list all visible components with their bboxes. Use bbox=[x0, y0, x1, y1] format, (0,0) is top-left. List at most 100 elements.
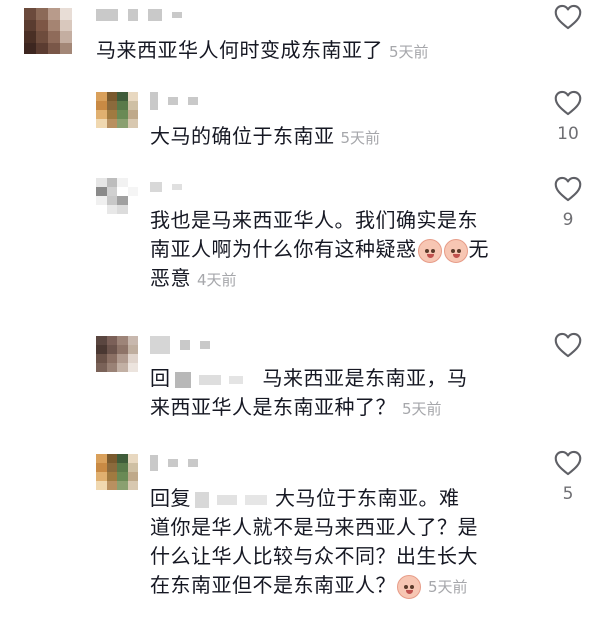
comment-line-text: 南亚人啊为什么你有这种疑惑 bbox=[150, 237, 417, 261]
avatar-pixel bbox=[96, 196, 107, 205]
avatar-pixel bbox=[96, 363, 107, 372]
comment-time: 5天前 bbox=[340, 129, 381, 147]
avatar-pixel bbox=[127, 119, 138, 128]
avatar-pixel bbox=[96, 110, 107, 119]
comment-time: 5天前 bbox=[428, 578, 468, 596]
comment-line: 什么让华人比较与众不同？出生长大 bbox=[150, 544, 478, 568]
comment-line-text: 恶意 bbox=[150, 266, 191, 290]
comment-line: 我也是马来西亚华人。我们确实是东 bbox=[150, 208, 478, 232]
comment-line-text: 马来西亚是东南亚，马 bbox=[262, 366, 468, 390]
avatar-pixel bbox=[117, 178, 128, 187]
avatar-pixel bbox=[96, 178, 107, 187]
avatar-pixel bbox=[127, 454, 138, 463]
mention-blurred[interactable] bbox=[174, 371, 191, 388]
avatar-pixel bbox=[60, 8, 72, 20]
avatar-pixel bbox=[106, 463, 117, 472]
comment-line: 回 马来西亚是东南亚，马 bbox=[150, 364, 530, 393]
comment-line: 来西亚华人是东南亚种了？ 5天前 bbox=[150, 393, 530, 424]
comment-time: 4天前 bbox=[197, 271, 237, 289]
avatar-pixel bbox=[106, 110, 117, 119]
like-count: 9 bbox=[562, 210, 574, 230]
avatar-pixel bbox=[24, 42, 36, 54]
like-count: 10 bbox=[557, 124, 579, 144]
avatar-pixel bbox=[106, 101, 117, 110]
like-button[interactable]: 9 bbox=[548, 176, 588, 230]
username-blurred[interactable] bbox=[150, 92, 198, 110]
laughing-face-icon bbox=[443, 238, 468, 263]
avatar[interactable] bbox=[24, 8, 72, 54]
avatar-pixel bbox=[127, 110, 138, 119]
comment-text: 回 马来西亚是东南亚，马 来西亚华人是东南亚种了？ 5天前 bbox=[150, 364, 530, 424]
comment-text: 大马的确位于东南亚 5天前 bbox=[150, 122, 380, 153]
avatar[interactable] bbox=[96, 454, 138, 490]
username-blurred[interactable] bbox=[150, 455, 198, 471]
username-blurred[interactable] bbox=[150, 336, 210, 354]
avatar-pixel bbox=[96, 92, 107, 101]
avatar-pixel bbox=[117, 92, 128, 101]
avatar-pixel bbox=[106, 196, 117, 205]
avatar-pixel bbox=[117, 119, 128, 128]
avatar-pixel bbox=[96, 101, 107, 110]
avatar-pixel bbox=[106, 345, 117, 354]
avatar-pixel bbox=[117, 345, 128, 354]
avatar-pixel bbox=[117, 110, 128, 119]
avatar-pixel bbox=[106, 481, 117, 490]
comment-text: 马来西亚华人何时变成东南亚了 5天前 bbox=[96, 36, 429, 67]
heart-outline-icon bbox=[554, 4, 582, 30]
avatar-pixel bbox=[106, 187, 117, 196]
username-blurred[interactable] bbox=[96, 8, 182, 22]
comment-line-text: 无 bbox=[468, 237, 489, 261]
username-blurred[interactable] bbox=[150, 180, 182, 194]
heart-outline-icon bbox=[554, 450, 582, 476]
mention-blurred bbox=[245, 494, 267, 505]
avatar-pixel bbox=[96, 454, 107, 463]
avatar-pixel bbox=[106, 178, 117, 187]
avatar-pixel bbox=[117, 472, 128, 481]
comment-line-text: 来西亚华人是东南亚种了？ bbox=[150, 395, 396, 419]
avatar-pixel bbox=[36, 31, 48, 43]
avatar-pixel bbox=[117, 463, 128, 472]
like-button[interactable]: 5 bbox=[548, 450, 588, 504]
avatar-pixel bbox=[117, 205, 128, 214]
avatar-pixel bbox=[36, 19, 48, 31]
avatar-pixel bbox=[117, 454, 128, 463]
avatar[interactable] bbox=[96, 178, 138, 214]
like-button[interactable] bbox=[548, 4, 588, 38]
comment-time: 5天前 bbox=[402, 400, 442, 418]
avatar-pixel bbox=[127, 472, 138, 481]
comment-line: 恶意 4天前 bbox=[150, 264, 530, 295]
avatar-pixel bbox=[127, 205, 138, 214]
avatar-pixel bbox=[127, 196, 138, 205]
avatar-pixel bbox=[127, 363, 138, 372]
laughing-face-icon bbox=[417, 238, 442, 263]
avatar-pixel bbox=[96, 187, 107, 196]
comment-text: 回复 大马位于东南亚。难 道你是华人就不是马来西亚人了？是 什么让华人比较与众不同… bbox=[150, 484, 530, 602]
avatar-pixel bbox=[106, 119, 117, 128]
avatar-pixel bbox=[106, 472, 117, 481]
avatar-pixel bbox=[24, 8, 36, 20]
avatar[interactable] bbox=[96, 336, 138, 372]
avatar-pixel bbox=[48, 8, 60, 20]
heart-outline-icon bbox=[554, 90, 582, 116]
avatar-pixel bbox=[127, 463, 138, 472]
like-button[interactable] bbox=[548, 332, 588, 366]
avatar-pixel bbox=[117, 196, 128, 205]
avatar-pixel bbox=[117, 363, 128, 372]
avatar-pixel bbox=[117, 354, 128, 363]
avatar-pixel bbox=[24, 19, 36, 31]
mention-blurred bbox=[228, 375, 243, 384]
avatar[interactable] bbox=[96, 92, 138, 128]
avatar-pixel bbox=[96, 481, 107, 490]
avatar-pixel bbox=[96, 119, 107, 128]
comment-time: 5天前 bbox=[389, 43, 429, 61]
comment-line: 南亚人啊为什么你有这种疑惑 无 bbox=[150, 235, 530, 264]
avatar-pixel bbox=[106, 92, 117, 101]
avatar-pixel bbox=[117, 336, 128, 345]
avatar-pixel bbox=[60, 42, 72, 54]
mention-blurred[interactable] bbox=[195, 491, 209, 508]
avatar-pixel bbox=[96, 205, 107, 214]
like-button[interactable]: 10 bbox=[548, 90, 588, 144]
avatar-pixel bbox=[36, 42, 48, 54]
avatar-pixel bbox=[48, 19, 60, 31]
avatar-pixel bbox=[96, 345, 107, 354]
